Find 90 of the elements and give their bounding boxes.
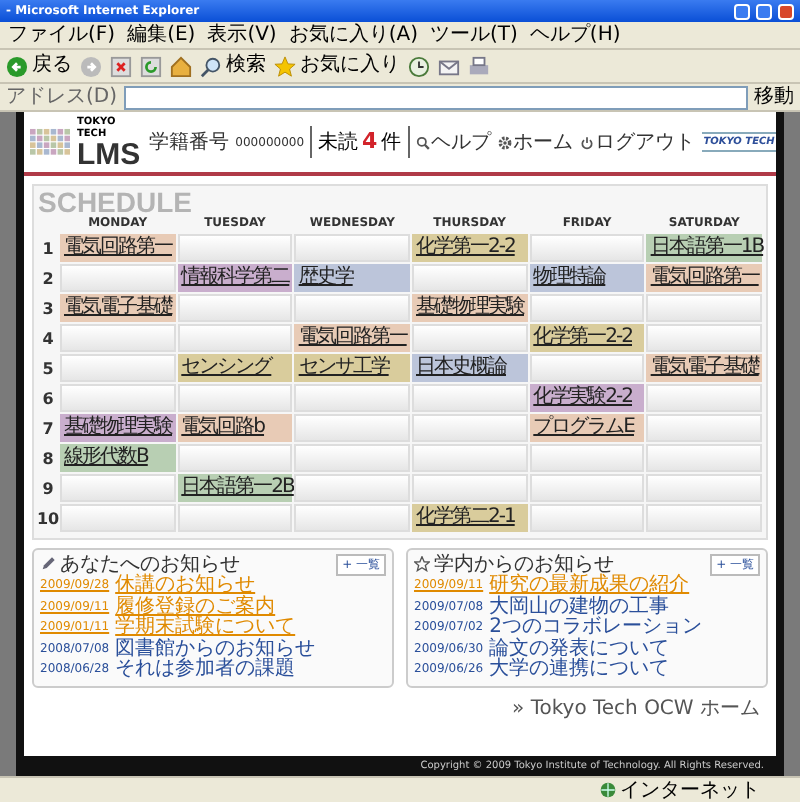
course-cell[interactable]: プログラムE xyxy=(529,414,645,442)
refresh-icon xyxy=(140,55,162,77)
student-number-label: 学籍番号 xyxy=(149,129,230,156)
notice-title: 学内からのお知らせ xyxy=(434,551,614,576)
header-link[interactable]: ホーム xyxy=(497,128,574,156)
course-cell[interactable]: 歴史学 xyxy=(294,264,410,292)
minimize-button[interactable] xyxy=(734,3,750,19)
period-number: 8 xyxy=(40,447,56,471)
ocw-link[interactable]: » Tokyo Tech OCW ホーム xyxy=(512,693,760,721)
home-icon xyxy=(170,55,192,77)
course-cell[interactable]: 電気電子基礎 xyxy=(60,294,176,322)
period-number: 6 xyxy=(40,387,56,411)
search-icon xyxy=(200,55,222,77)
period-number: 7 xyxy=(40,417,56,441)
address-label: アドレス(D) xyxy=(6,85,118,109)
period-number: 9 xyxy=(40,477,56,501)
notice-text: 図書館からのお知らせ xyxy=(115,639,316,659)
period-number: 3 xyxy=(40,297,56,321)
toolbar-button[interactable]: お気に入り xyxy=(274,54,400,78)
pencil-icon xyxy=(40,556,56,572)
course-cell[interactable]: 基礎物理実験 xyxy=(60,414,176,442)
star-icon xyxy=(274,55,296,77)
unread-count: 4 xyxy=(362,128,378,154)
course-cell[interactable]: 物理特論 xyxy=(529,264,645,292)
close-button[interactable] xyxy=(778,3,794,19)
course-cell[interactable]: 電気回路第一 xyxy=(60,234,176,262)
menu-item[interactable]: ファイル(F) xyxy=(8,23,116,47)
course-cell[interactable]: 電気回路第一 xyxy=(646,264,762,292)
notice-text: 大岡山の建物の工事 xyxy=(489,597,670,617)
course-cell[interactable]: 化学実験2-2 xyxy=(529,384,645,412)
toolbar-button[interactable] xyxy=(110,55,132,77)
globe-icon xyxy=(600,782,616,798)
course-cell[interactable]: 日本語第一1B xyxy=(646,234,762,262)
unread-unit: 件 xyxy=(381,130,402,156)
search-icon xyxy=(415,135,430,149)
period-number: 5 xyxy=(40,357,56,381)
logo-icon xyxy=(30,128,71,156)
toolbar-button[interactable] xyxy=(438,55,460,77)
logo-text: LMS xyxy=(76,139,143,169)
menu-item[interactable]: 表示(V) xyxy=(207,23,277,47)
status-zone: インターネット xyxy=(620,779,760,801)
notice-text: 大学の連携について xyxy=(489,660,670,681)
course-cell[interactable]: 化学第一2-2 xyxy=(529,324,645,352)
course-cell[interactable]: 化学第一2-2 xyxy=(412,234,528,262)
course-cell[interactable]: 電気電子基礎 xyxy=(646,354,762,382)
course-cell[interactable]: 情報科学第二 xyxy=(177,264,293,292)
toolbar-button[interactable]: 戻る xyxy=(6,54,72,78)
notice-text: 研究の最新成果の紹介 xyxy=(489,576,690,596)
notice-text: 2つのコラボレーション xyxy=(489,618,702,638)
course-cell[interactable]: 基礎物理実験 xyxy=(412,294,528,322)
toolbar-button[interactable] xyxy=(408,55,430,77)
menu-item[interactable]: ツール(T) xyxy=(430,23,518,47)
course-cell[interactable]: 日本史概論 xyxy=(412,354,528,382)
notice-text: 履修登録のご案内 xyxy=(115,597,276,617)
course-cell[interactable]: センシング xyxy=(177,354,293,382)
notice-text: それは参加者の課題 xyxy=(115,660,296,681)
stop-icon xyxy=(110,55,132,77)
course-cell[interactable]: センサ工学 xyxy=(294,354,410,382)
period-number: 10 xyxy=(38,507,58,531)
back-icon xyxy=(6,55,28,77)
menu-item[interactable]: 編集(E) xyxy=(127,23,196,47)
course-cell[interactable]: 日本語第一2B xyxy=(177,474,293,502)
notice-title: あなたへのお知らせ xyxy=(60,552,242,576)
toolbar-button[interactable] xyxy=(468,55,490,77)
notice-text: 学期末試験について xyxy=(115,618,296,638)
printer-icon xyxy=(468,55,490,77)
course-cell[interactable]: 化学第二2-1 xyxy=(412,504,528,532)
forward-icon xyxy=(80,55,102,77)
course-cell[interactable]: 電気回路第一 xyxy=(294,324,410,352)
schedule-title: SCHEDULE xyxy=(38,188,193,216)
maximize-button[interactable] xyxy=(756,3,772,19)
power-icon xyxy=(579,135,594,149)
course-cell[interactable]: 線形代数B xyxy=(60,444,176,472)
course-cell[interactable]: 電気回路b xyxy=(177,414,293,442)
period-number: 2 xyxy=(40,267,56,291)
clock-icon xyxy=(408,55,430,77)
go-button[interactable]: 移動 xyxy=(754,85,794,109)
star-icon xyxy=(414,556,430,572)
address-field[interactable] xyxy=(123,85,748,109)
notice-text: 論文の発表について xyxy=(489,639,670,659)
gear-icon xyxy=(497,135,512,149)
menu-item[interactable]: お気に入り(A) xyxy=(288,23,418,47)
mail-icon xyxy=(438,55,460,77)
period-number: 1 xyxy=(40,237,56,261)
period-number: 4 xyxy=(40,327,56,351)
header-link[interactable]: ログアウト xyxy=(579,128,696,156)
toolbar-button[interactable]: 検索 xyxy=(200,54,266,78)
menu-item[interactable]: ヘルプ(H) xyxy=(529,23,621,47)
header-link[interactable]: ヘルプ xyxy=(415,128,492,156)
unread-label: 未読 xyxy=(318,129,359,156)
